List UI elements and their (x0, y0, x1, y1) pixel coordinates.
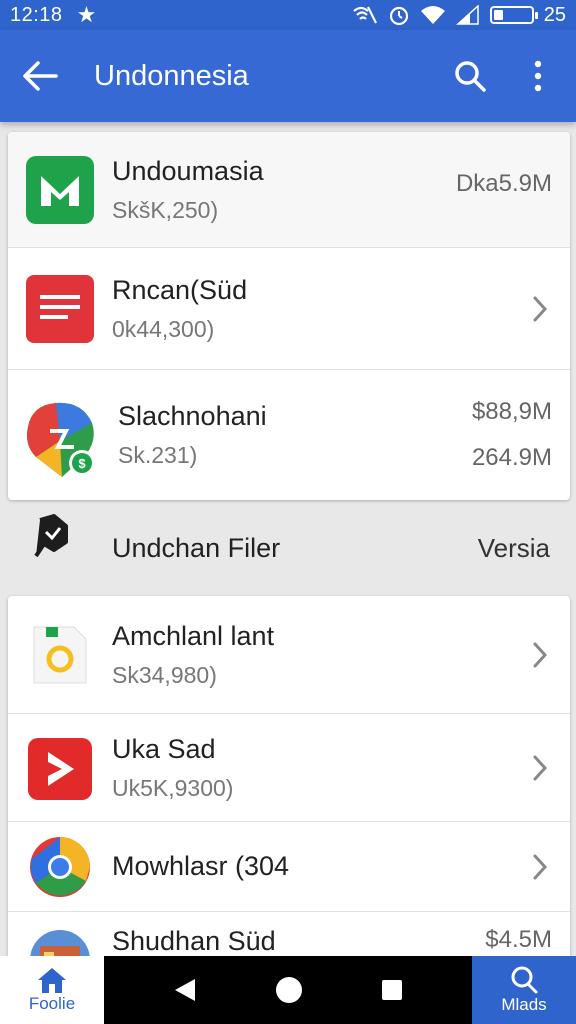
system-navigation-bar (104, 956, 472, 1024)
search-icon (511, 966, 538, 994)
section-version-label: Versia (477, 532, 550, 563)
app-size: $88,9M (471, 398, 552, 425)
chevron-right-icon (533, 642, 548, 667)
chevron-right-icon (533, 755, 548, 780)
app-bar: Undonnesia (0, 30, 576, 122)
video-play-app-icon (26, 734, 94, 802)
status-bar: 12:18 ★ 25 (0, 0, 576, 30)
notification-mute-icon (353, 6, 377, 24)
green-mail-app-icon (26, 155, 94, 224)
bottom-navigation: Foolie Mlads (0, 956, 576, 1024)
chevron-right-icon (533, 854, 548, 879)
app-subtitle: Uk5K,9300) (112, 774, 234, 801)
star-icon: ★ (76, 2, 97, 27)
app-row[interactable]: Rncan(Süd 0k44,300) (8, 248, 570, 370)
app-name: Rncan(Süd (112, 274, 248, 305)
search-tab-label: Mlads (501, 995, 547, 1014)
app-row[interactable]: Undoumasia SkšK,250) Dka5.9M (8, 132, 570, 248)
app-size-block: $88,9M 264.9M (472, 398, 552, 472)
home-tab-label: Foolie (28, 994, 76, 1013)
alarm-icon (389, 6, 408, 26)
app-subtitle: Sk34,980) (112, 661, 217, 688)
signal-icon (455, 5, 479, 25)
section-header[interactable]: Undchan Filer Versia (0, 500, 576, 596)
search-icon (455, 61, 486, 92)
file-app-icon (26, 621, 94, 689)
app-name: Uka Sad (112, 733, 216, 764)
search-tab[interactable]: Mlads (472, 956, 576, 1024)
red-docs-app-icon (26, 274, 94, 343)
section-title: Undchan Filer (112, 532, 281, 563)
nav-home-icon[interactable] (275, 976, 303, 1004)
app-row[interactable]: Amchlanl lant Sk34,980) (8, 596, 570, 714)
page-title: Undonnesia (94, 59, 249, 92)
search-button[interactable] (440, 30, 500, 122)
app-subtitle: 0k44,300) (112, 315, 215, 342)
app-size: $4.5M (485, 926, 552, 953)
app-row[interactable]: Mowhlasr (304 (8, 822, 570, 912)
more-options-button[interactable] (500, 30, 576, 122)
status-time: 12:18 (10, 3, 63, 26)
app-name: Slachnohani (118, 401, 267, 431)
wifi-icon (420, 6, 445, 24)
app-name: Amchlanl lant (112, 620, 275, 651)
app-name: Undoumasia (112, 155, 264, 186)
filter-tag-icon (32, 514, 92, 582)
app-name: Shudhan Süd (112, 926, 276, 956)
app-row[interactable]: $ Slachnohani Sk.231) $88,9M 264.9M (8, 370, 570, 500)
chevron-right-icon (533, 296, 548, 321)
arrow-back-icon (23, 61, 58, 91)
app-subtitle: Sk.231) (118, 442, 198, 468)
home-tab[interactable]: Foolie (0, 956, 104, 1024)
back-button[interactable] (0, 30, 80, 122)
nav-back-icon[interactable] (173, 977, 197, 1003)
battery-percent: 25 (543, 3, 566, 26)
home-icon (38, 968, 66, 993)
more-vert-icon (534, 60, 542, 92)
svg-text:$: $ (78, 456, 86, 471)
nav-recents-icon[interactable] (381, 979, 403, 1001)
maps-app-icon: $ (22, 401, 100, 477)
app-size: Dka5.9M (455, 170, 552, 197)
app-subtitle: SkšK,250) (112, 196, 219, 223)
app-row[interactable]: Uka Sad Uk5K,9300) (8, 714, 570, 822)
app-name: Mowhlasr (304 (112, 851, 290, 881)
app-list-card: Undoumasia SkšK,250) Dka5.9M Rncan(Süd 0… (8, 132, 570, 500)
battery-icon (489, 6, 538, 24)
browser-app-icon (26, 833, 94, 901)
app-size-secondary: 264.9M (471, 444, 552, 471)
app-list-card: Amchlanl lant Sk34,980) Uka Sad Uk5K,930… (8, 596, 570, 966)
